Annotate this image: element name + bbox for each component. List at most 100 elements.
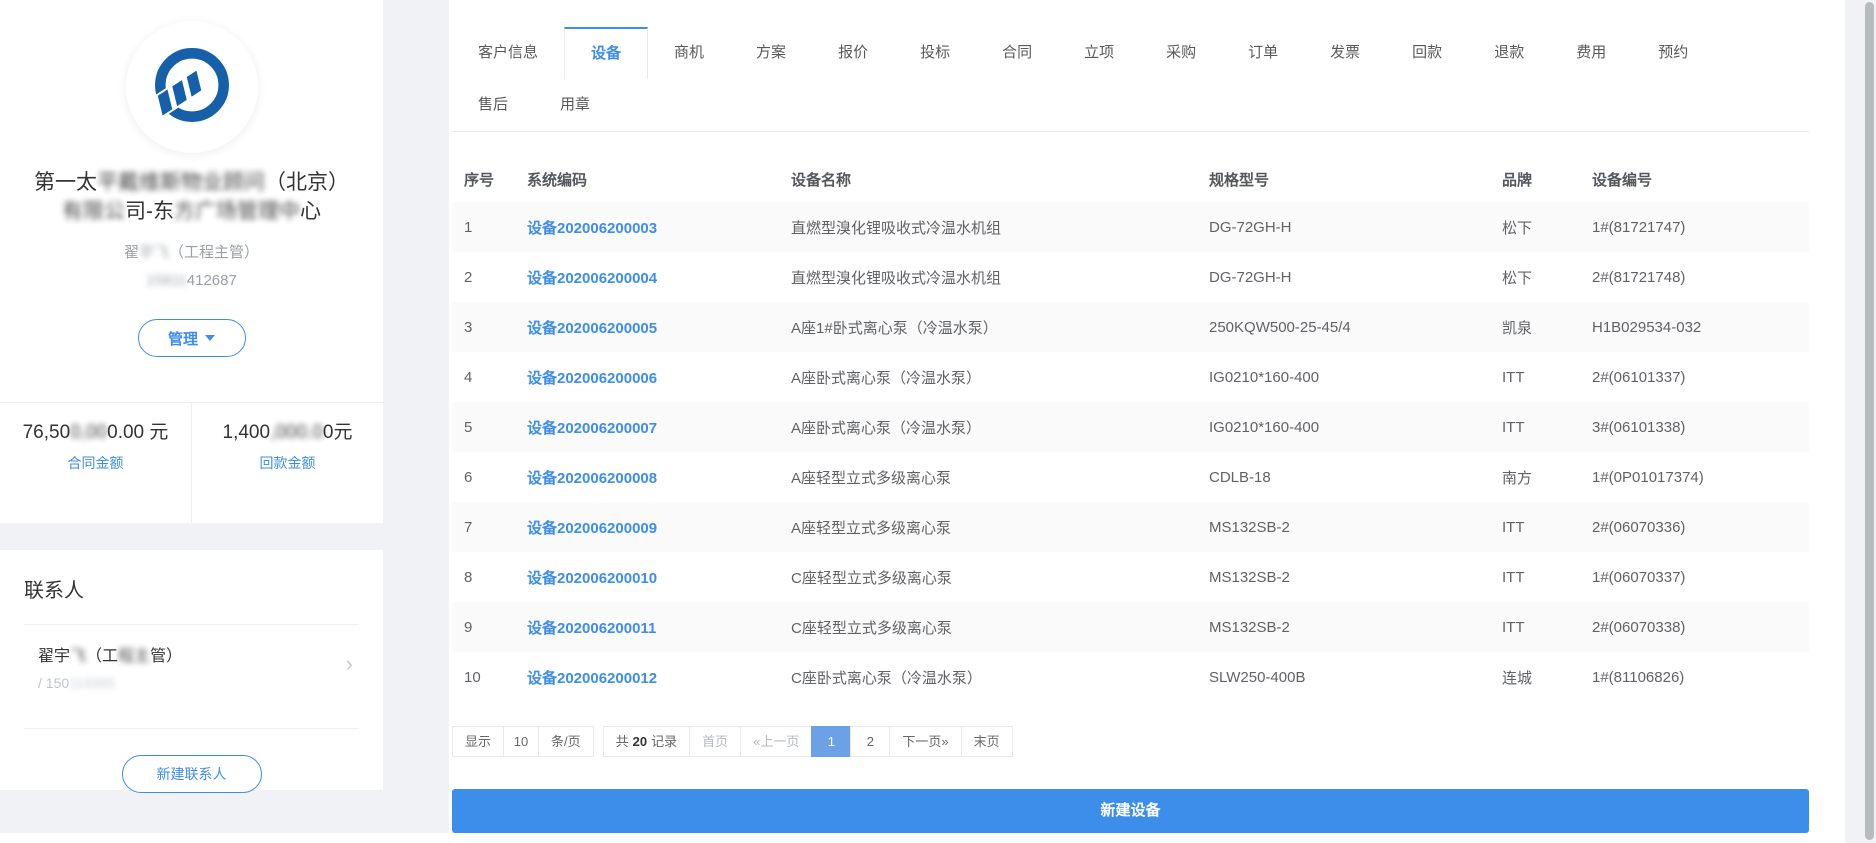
tab-费用[interactable]: 费用 <box>1550 27 1632 79</box>
tab-发票[interactable]: 发票 <box>1304 27 1386 79</box>
customer-phone: 15811412687 <box>0 272 383 289</box>
table-cell: C座卧式离心泵（冷温水泵） <box>791 669 982 687</box>
pagination-page-2[interactable]: 2 <box>850 726 891 757</box>
table-cell: 1#(81721747) <box>1592 202 1809 252</box>
table-cell: 松下 <box>1502 269 1533 287</box>
table-cell: H1B029534-032 <box>1592 302 1809 352</box>
device-code-link[interactable]: 设备202006200004 <box>527 270 657 287</box>
cell-system-code: 设备202006200011 <box>527 602 791 652</box>
tabs-row-1: 客户信息 设备 商机 方案 报价 投标 合同 立项 采购 订单 发票 回款 退款 费用 预约 <box>452 27 1809 79</box>
table-cell: MS132SB-2 <box>1209 502 1502 552</box>
device-code-link[interactable]: 设备202006200003 <box>527 220 657 237</box>
page-size-group: 显示 10 条/页 <box>452 726 594 757</box>
tab-方案[interactable]: 方案 <box>730 27 812 79</box>
divider <box>24 728 359 729</box>
tab-客户信息[interactable]: 客户信息 <box>452 27 564 79</box>
cell-system-code: 设备202006200010 <box>527 552 791 602</box>
cell-system-code: 设备202006200008 <box>527 452 791 502</box>
tab-退款[interactable]: 退款 <box>1468 27 1550 79</box>
cell-system-code: 设备202006200009 <box>527 502 791 552</box>
device-code-link[interactable]: 设备202006200012 <box>527 670 657 687</box>
table-cell: 10 <box>464 668 481 686</box>
table-row: 8 设备202006200010 C座轻型立式多级离心泵 MS132SB-2 ITT 1#… <box>452 552 1809 602</box>
table-cell: 3 <box>452 302 527 352</box>
device-code-link[interactable]: 设备202006200011 <box>527 620 656 637</box>
table-cell: SLW250-400B <box>1209 668 1306 686</box>
contacts-card: 联系人 翟宇飞（工程主管） / 150113355 › 新建联系人 <box>0 550 383 793</box>
pagination-total-suffix: 记录 <box>651 734 678 749</box>
manage-button[interactable]: 管理 <box>137 319 246 357</box>
text-segment: 方广场管理中 <box>174 200 300 223</box>
table-row: 4 设备202006200006 A座卧式离心泵（冷温水泵） IG0210*160-4… <box>452 352 1809 402</box>
device-code-link[interactable]: 设备202006200006 <box>527 370 657 387</box>
device-code-link[interactable]: 设备202006200005 <box>527 320 657 337</box>
table-cell: 1 <box>452 202 527 252</box>
table-row: 1 设备202006200003 直燃型溴化锂吸收式冷温水机组 DG-72GH-H 松下… <box>452 202 1809 252</box>
tab-预约[interactable]: 预约 <box>1632 27 1714 79</box>
device-code-link[interactable]: 设备202006200007 <box>527 420 657 437</box>
pagination-page-1[interactable]: 1 <box>811 726 852 757</box>
new-device-button[interactable]: 新建设备 <box>452 789 1809 833</box>
text-segment: 第一太 <box>34 171 97 194</box>
column-header-4: 规格型号 <box>1209 172 1270 189</box>
tab-采购[interactable]: 采购 <box>1140 27 1222 79</box>
tab-投标[interactable]: 投标 <box>894 27 976 79</box>
tab-用章[interactable]: 用章 <box>534 79 616 131</box>
table-cell: 3#(06101338) <box>1592 402 1809 452</box>
payment-amount-stat: 1,400,000.00元 回款金额 <box>191 403 383 523</box>
table-cell: ITT <box>1502 402 1592 452</box>
tab-订单[interactable]: 订单 <box>1222 27 1304 79</box>
text-segment: 15811 <box>146 272 187 289</box>
text-segment: 程主 <box>118 648 151 665</box>
tab-商机[interactable]: 商机 <box>648 27 730 79</box>
table-cell: 凯泉 <box>1502 302 1592 352</box>
table-cell: 2#(06101337) <box>1592 368 1686 386</box>
pagination-last[interactable]: 末页 <box>960 726 1013 757</box>
pagination-first[interactable]: 首页 <box>689 726 742 757</box>
scrollbar-thumb[interactable] <box>1865 2 1874 840</box>
contact-phone: / 150113355 <box>38 675 359 691</box>
tab-报价[interactable]: 报价 <box>812 27 894 79</box>
contact-list-item[interactable]: 翟宇飞（工程主管） / 150113355 › <box>24 625 359 707</box>
table-cell: MS132SB-2 <box>1209 568 1290 586</box>
pagination-total: 共 20 记录 <box>602 726 691 757</box>
new-contact-button[interactable]: 新建联系人 <box>121 755 262 793</box>
cell-system-code: 设备202006200004 <box>527 252 791 302</box>
text-segment: 司-东 <box>125 200 174 223</box>
device-code-link[interactable]: 设备202006200010 <box>527 570 657 587</box>
column-header-3: 设备名称 <box>791 172 852 189</box>
contract-amount-link[interactable]: 合同金额 <box>0 453 191 473</box>
text-segment: 平戴维斯物业顾问 <box>97 171 265 194</box>
pagination-prev[interactable]: «上一页 <box>740 726 813 757</box>
tab-合同[interactable]: 合同 <box>976 27 1058 79</box>
device-table-header-row: 序号 系统编码 设备名称 规格型号 品牌 设备编号 <box>452 157 1809 202</box>
text-segment: （工程主管） <box>169 244 260 261</box>
device-code-link[interactable]: 设备202006200009 <box>527 520 657 537</box>
table-row: 9 设备202006200011 C座轻型立式多级离心泵 MS132SB-2 ITT 2#… <box>452 602 1809 652</box>
device-table: 序号 系统编码 设备名称 规格型号 品牌 设备编号 1 设备202006200003 直燃型溴… <box>452 157 1809 702</box>
text-segment: 76,50 <box>22 422 71 443</box>
table-cell: A座1#卧式离心泵（冷温水泵） <box>791 302 1209 352</box>
customer-owner: 翟宇飞（工程主管） <box>0 241 383 262</box>
table-cell: IG0210*160-400 <box>1209 368 1320 386</box>
table-cell: A座轻型立式多级离心泵 <box>791 502 1209 552</box>
table-cell: 2#(06070336) <box>1592 502 1809 552</box>
tab-售后[interactable]: 售后 <box>452 79 534 131</box>
text-segment: 1,400 <box>222 422 271 443</box>
table-cell: 7 <box>452 502 527 552</box>
text-segment: / 150 <box>38 675 70 691</box>
tab-立项[interactable]: 立项 <box>1058 27 1140 79</box>
pagination-total-prefix: 共 <box>615 734 629 749</box>
table-cell: ITT <box>1502 368 1525 386</box>
pagination-page-size[interactable]: 10 <box>503 726 540 757</box>
device-code-link[interactable]: 设备202006200008 <box>527 470 657 487</box>
customer-company-name: 第一太平戴维斯物业顾问（北京） 有限公司-东方广场管理中心 <box>0 168 383 226</box>
table-cell: 连城 <box>1502 669 1533 687</box>
table-cell: 4 <box>464 368 473 386</box>
table-cell: ITT <box>1502 602 1592 652</box>
payment-amount-link[interactable]: 回款金额 <box>192 453 383 473</box>
table-cell: 1#(0P01017374) <box>1592 468 1704 486</box>
tab-回款[interactable]: 回款 <box>1386 27 1468 79</box>
tab-设备[interactable]: 设备 <box>564 27 649 79</box>
pagination-next[interactable]: 下一页» <box>889 726 962 757</box>
